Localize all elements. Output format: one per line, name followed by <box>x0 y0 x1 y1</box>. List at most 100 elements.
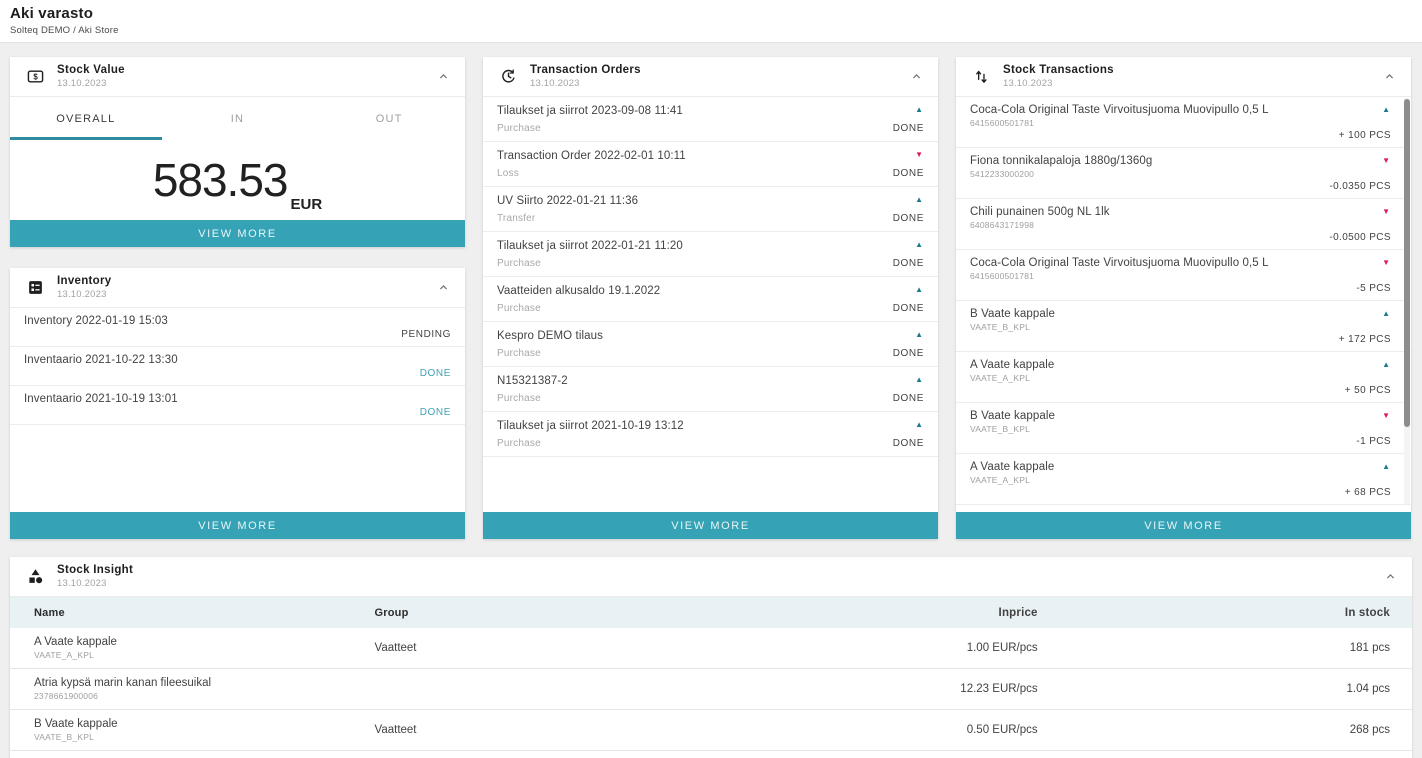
stock-transaction-row[interactable]: Fiona tonnikalapaloja 1880g/1360g 541223… <box>956 148 1411 199</box>
view-more-button[interactable]: VIEW MORE <box>956 512 1411 539</box>
product-code: 6415600501781 <box>970 118 1391 128</box>
product-code: 5412233000200 <box>970 169 1391 179</box>
card-inventory: Inventory 13.10.2023 Inventory 2022-01-1… <box>10 268 465 539</box>
status-badge: DONE <box>420 368 451 379</box>
transaction-orders-header: Transaction Orders 13.10.2023 <box>483 57 938 97</box>
inventory-row[interactable]: Inventaario 2021-10-22 13:30 DONE <box>10 347 465 386</box>
tab-out[interactable]: OUT <box>313 97 465 140</box>
insight-table-row[interactable]: B Vaate kappale VAATE_B_KPL Vaatteet 0.5… <box>10 710 1412 751</box>
stock-transaction-row[interactable]: Coca-Cola Original Taste Virvoitusjuoma … <box>956 250 1411 301</box>
collapse-chevron-icon[interactable] <box>1383 569 1398 584</box>
quantity-value: + 100 PCS <box>1339 130 1391 141</box>
transaction-order-row[interactable]: Vaatteiden alkusaldo 19.1.2022 Purchase … <box>483 277 938 322</box>
view-more-button[interactable]: VIEW MORE <box>483 512 938 539</box>
card-title: Stock Transactions <box>1003 64 1114 77</box>
product-name: Chili punainen 500g NL 1lk <box>970 206 1391 218</box>
insight-table-row[interactable]: Atria kypsä marin kanan fileesuikal 2378… <box>10 669 1412 710</box>
view-more-button[interactable]: VIEW MORE <box>10 220 465 247</box>
inventory-list: Inventory 2022-01-19 15:03 PENDING Inven… <box>10 308 465 425</box>
product-code: 2378661900006 <box>34 691 375 701</box>
stock-transaction-row[interactable]: B Vaate kappale VAATE_B_KPL + 172 PCS <box>956 301 1411 352</box>
inprice-cell: 1.00 EUR/pcs <box>739 642 1038 654</box>
stock-transaction-row[interactable]: B Vaate kappale VAATE_B_KPL -1 PCS <box>956 403 1411 454</box>
in-stock-cell: 1.04 pcs <box>1038 683 1412 695</box>
status-badge: DONE <box>893 258 924 269</box>
column-header-name[interactable]: Name <box>10 607 375 619</box>
transaction-order-row[interactable]: Tilaukset ja siirrot 2022-01-21 11:20 Pu… <box>483 232 938 277</box>
category-shapes-icon <box>27 568 44 585</box>
stock-value-tabs: OVERALL IN OUT <box>10 97 465 140</box>
column-header-in-stock[interactable]: In stock <box>1038 607 1412 619</box>
inprice-cell: 0.50 EUR/pcs <box>739 724 1038 736</box>
transaction-order-row[interactable]: UV Siirto 2022-01-21 11:36 Transfer DONE <box>483 187 938 232</box>
status-badge: DONE <box>420 407 451 418</box>
inventory-row[interactable]: Inventaario 2021-10-19 13:01 DONE <box>10 386 465 425</box>
product-code: VAATE_B_KPL <box>34 732 375 742</box>
transaction-order-row[interactable]: N15321387-2 Purchase DONE <box>483 367 938 412</box>
card-date: 13.10.2023 <box>1003 78 1114 89</box>
view-more-button[interactable]: VIEW MORE <box>10 512 465 539</box>
product-name: A Vaate kappale <box>970 359 1391 371</box>
card-title: Stock Value <box>57 64 125 77</box>
column-header-inprice[interactable]: Inprice <box>739 607 1038 619</box>
stock-transaction-row[interactable]: A Vaate kappale VAATE_A_KPL + 50 PCS <box>956 352 1411 403</box>
page-title: Aki varasto <box>10 5 1422 22</box>
insight-table-header: Name Group Inprice In stock <box>10 597 1412 628</box>
product-name: A Vaate kappale <box>970 461 1391 473</box>
card-stock-insight: Stock Insight 13.10.2023 Name Group Inpr… <box>10 557 1412 758</box>
order-type: Purchase <box>497 123 541 134</box>
direction-triangle-icon <box>915 151 923 159</box>
stock-transactions-list: Coca-Cola Original Taste Virvoitusjuoma … <box>956 97 1411 505</box>
tab-overall[interactable]: OVERALL <box>10 97 162 140</box>
order-type: Purchase <box>497 258 541 269</box>
quantity-value: + 50 PCS <box>1345 385 1391 396</box>
scrollbar-track[interactable] <box>1404 98 1410 504</box>
status-badge: DONE <box>893 393 924 404</box>
direction-triangle-icon <box>1382 106 1390 114</box>
quantity-value: -5 PCS <box>1356 283 1391 294</box>
column-header-group[interactable]: Group <box>375 607 740 619</box>
status-badge: DONE <box>893 168 924 179</box>
scrollbar-thumb[interactable] <box>1404 99 1410 427</box>
direction-triangle-icon <box>915 331 923 339</box>
order-type: Transfer <box>497 213 535 224</box>
order-name: Transaction Order 2022-02-01 10:11 <box>497 150 924 162</box>
stock-transaction-row[interactable]: Coca-Cola Original Taste Virvoitusjuoma … <box>956 97 1411 148</box>
in-stock-cell: 181 pcs <box>1038 642 1412 654</box>
stock-insight-header: Stock Insight 13.10.2023 <box>10 557 1412 597</box>
inventory-name: Inventaario 2021-10-19 13:01 <box>24 393 451 405</box>
transaction-order-row[interactable]: Tilaukset ja siirrot 2021-10-19 13:12 Pu… <box>483 412 938 457</box>
product-name: Fiona tonnikalapaloja 1880g/1360g <box>970 155 1391 167</box>
product-name: Coca-Cola Original Taste Virvoitusjuoma … <box>970 257 1391 269</box>
collapse-chevron-icon[interactable] <box>436 280 451 295</box>
breadcrumb[interactable]: Solteq DEMO / Aki Store <box>10 25 1422 36</box>
product-code: VAATE_B_KPL <box>970 424 1391 434</box>
quantity-value: -0.0350 PCS <box>1329 181 1391 192</box>
stock-transaction-row[interactable]: A Vaate kappale VAATE_A_KPL + 68 PCS <box>956 454 1411 505</box>
product-code: VAATE_A_KPL <box>34 650 375 660</box>
inventory-row[interactable]: Inventory 2022-01-19 15:03 PENDING <box>10 308 465 347</box>
inprice-cell: 12.23 EUR/pcs <box>739 683 1038 695</box>
status-badge: DONE <box>893 438 924 449</box>
product-name: B Vaate kappale <box>970 308 1391 320</box>
card-stock-transactions: Stock Transactions 13.10.2023 Coca-Cola … <box>956 57 1411 539</box>
order-name: UV Siirto 2022-01-21 11:36 <box>497 195 924 207</box>
direction-triangle-icon <box>1382 361 1390 369</box>
transaction-order-row[interactable]: Kespro DEMO tilaus Purchase DONE <box>483 322 938 367</box>
transaction-order-row[interactable]: Transaction Order 2022-02-01 10:11 Loss … <box>483 142 938 187</box>
product-code: VAATE_A_KPL <box>970 475 1391 485</box>
collapse-chevron-icon[interactable] <box>436 69 451 84</box>
direction-triangle-icon <box>915 421 923 429</box>
stock-transaction-row[interactable]: Chili punainen 500g NL 1lk 6408643171998… <box>956 199 1411 250</box>
tab-in[interactable]: IN <box>162 97 314 140</box>
order-name: Tilaukset ja siirrot 2021-10-19 13:12 <box>497 420 924 432</box>
insight-table-row[interactable]: A Vaate kappale VAATE_A_KPL Vaatteet 1.0… <box>10 628 1412 669</box>
collapse-chevron-icon[interactable] <box>909 69 924 84</box>
direction-triangle-icon <box>1382 412 1390 420</box>
order-type: Purchase <box>497 348 541 359</box>
collapse-chevron-icon[interactable] <box>1382 69 1397 84</box>
svg-text:$: $ <box>33 72 38 81</box>
history-update-icon <box>500 68 517 85</box>
transaction-order-row[interactable]: Tilaukset ja siirrot 2023-09-08 11:41 Pu… <box>483 97 938 142</box>
card-stock-value: $ Stock Value 13.10.2023 OVERALL IN OUT … <box>10 57 465 247</box>
